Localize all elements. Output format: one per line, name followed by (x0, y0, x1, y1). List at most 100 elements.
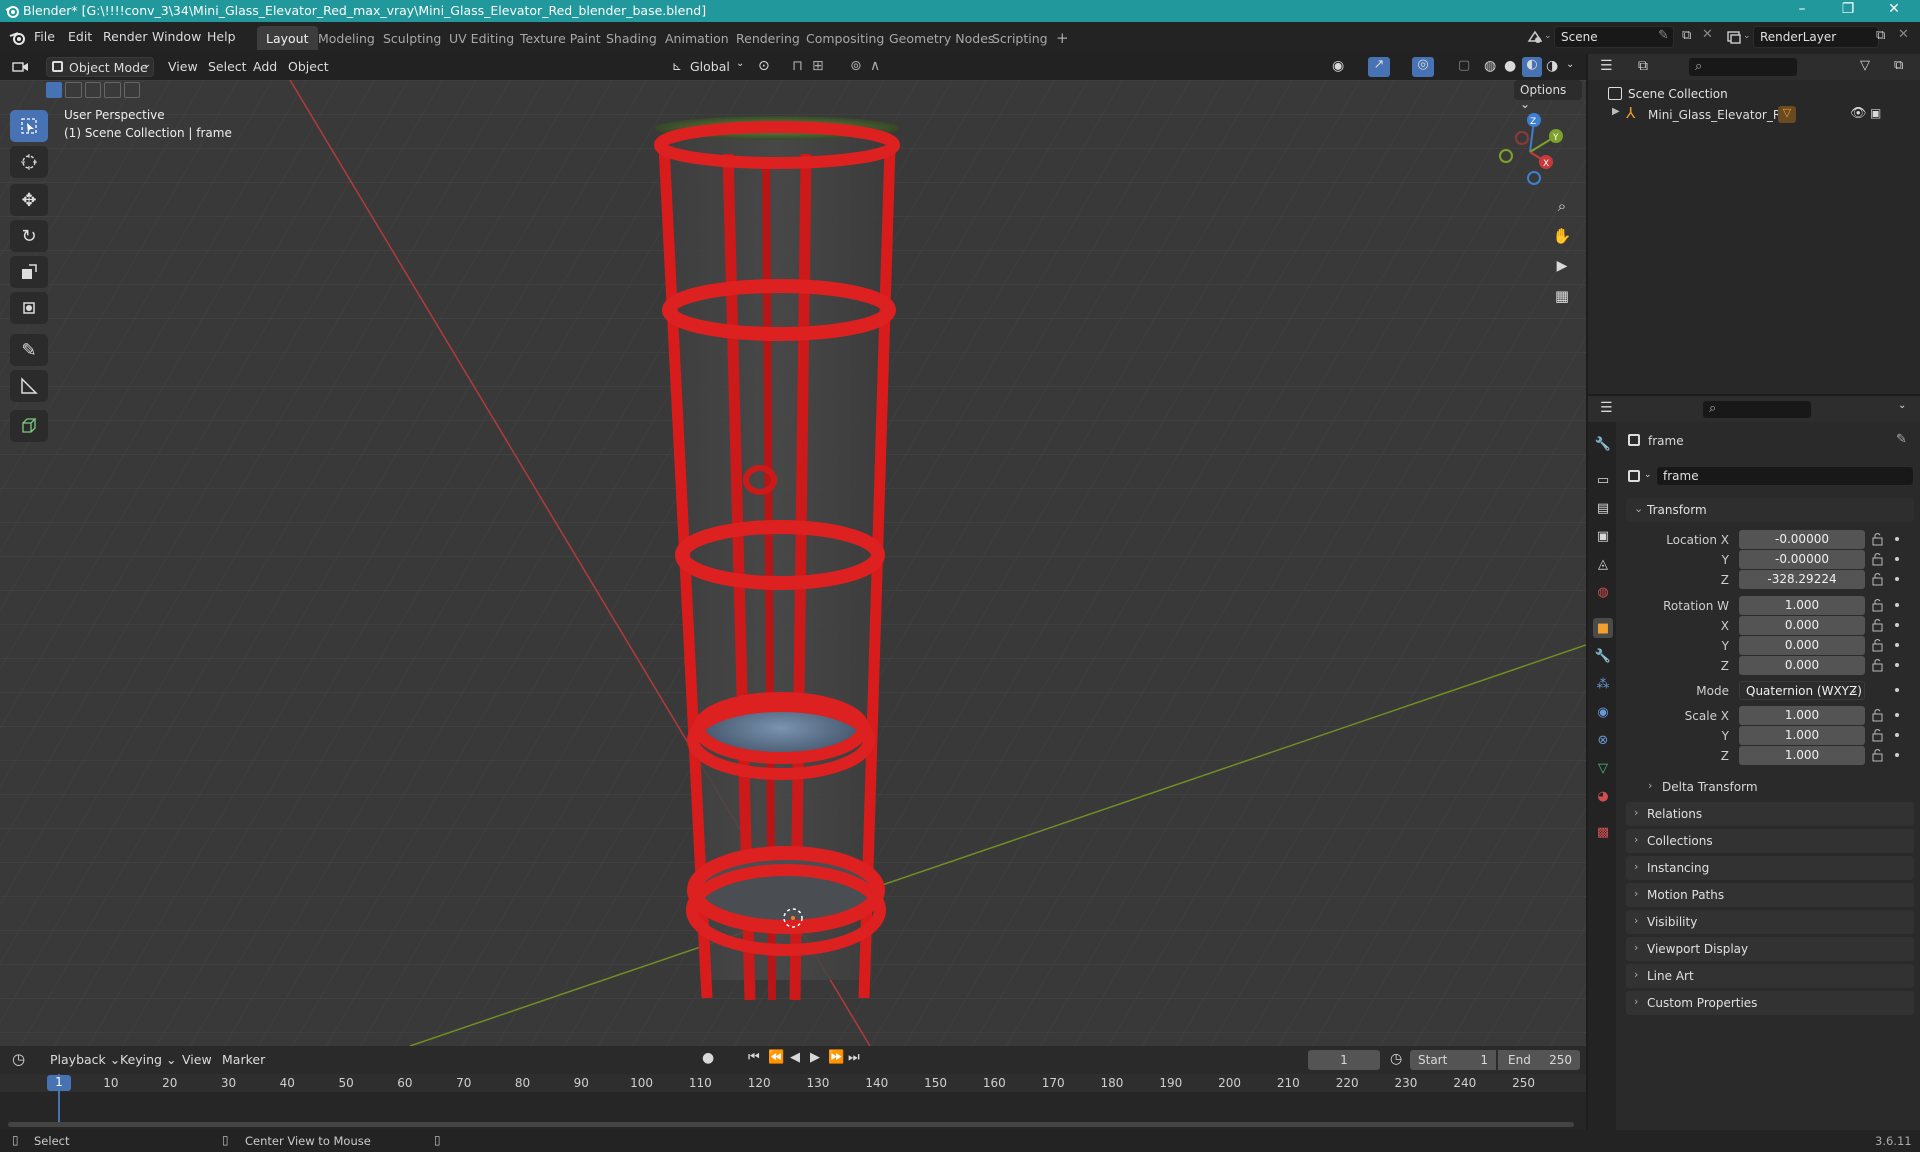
render-layer-dropdown-icon[interactable]: ⌄ (1743, 31, 1751, 41)
lock-icon[interactable] (1871, 728, 1885, 742)
pin-icon[interactable]: ✎ (1658, 28, 1669, 43)
tool-tab-icon[interactable]: 🔧 (1593, 434, 1613, 454)
eye-icon[interactable]: 👁 (1850, 106, 1867, 121)
outliner-editor-icon[interactable]: ☰ (1600, 58, 1613, 74)
snap-icon[interactable]: ⊓ (792, 58, 803, 74)
menu-help[interactable]: Help (207, 29, 236, 44)
add-workspace-button[interactable]: + (1047, 24, 1078, 48)
viewport-display-panel-header[interactable]: › Viewport Display (1626, 937, 1914, 961)
lock-icon[interactable] (1871, 748, 1885, 762)
orientation-dropdown[interactable]: ⊾ Global ⌄ (668, 57, 748, 77)
tab-texture-paint[interactable]: Texture Paint (511, 26, 610, 50)
scene-tab-icon[interactable]: ◬ (1593, 554, 1613, 574)
visibility-panel-header[interactable]: › Visibility (1626, 910, 1914, 934)
menu-window[interactable]: Window (152, 29, 201, 44)
menu-view[interactable]: View (162, 57, 204, 77)
location-x-field[interactable]: -0.00000 (1739, 530, 1865, 549)
shading-options-icon[interactable]: ⌄ (1566, 59, 1574, 70)
keyframe-dot-icon[interactable] (1895, 733, 1899, 737)
keyframe-dot-icon[interactable] (1895, 753, 1899, 757)
tab-scripting[interactable]: Scripting (983, 26, 1057, 50)
play-icon[interactable]: ▶ (810, 1050, 820, 1065)
delete-scene-icon[interactable]: ✕ (1702, 27, 1713, 42)
scale-x-field[interactable]: 1.000 (1739, 706, 1865, 725)
properties-search-input[interactable]: ⌕ (1702, 400, 1812, 419)
expand-arrow-icon[interactable]: ▶ (1612, 106, 1620, 117)
jump-keyframe-forward-icon[interactable]: ⏩ (828, 1050, 844, 1065)
move-tool[interactable]: ✥ (10, 184, 48, 216)
render-layer-icon[interactable] (1726, 29, 1742, 45)
delete-layer-icon[interactable]: ✕ (1898, 27, 1909, 42)
custom-properties-panel-header[interactable]: › Custom Properties (1626, 991, 1914, 1015)
measure-tool[interactable] (10, 370, 48, 402)
cursor-tool[interactable] (10, 146, 48, 178)
solid-shading-icon[interactable]: ● (1504, 58, 1516, 74)
scale-tool[interactable] (10, 256, 48, 288)
pin-icon[interactable]: ✎ (1896, 432, 1907, 447)
pan-button[interactable]: ✋ (1548, 222, 1576, 250)
material-shading-icon[interactable]: ◐ (1522, 57, 1542, 77)
menu-add[interactable]: Add (247, 57, 283, 77)
new-collection-icon[interactable]: ⧉ (1894, 58, 1903, 73)
select-intersect-icon[interactable] (123, 82, 140, 98)
camera-view-button[interactable]: ▶ (1548, 252, 1576, 280)
keyframe-dot-icon[interactable] (1895, 577, 1899, 581)
object-data-icon[interactable] (1628, 470, 1640, 482)
line-art-panel-header[interactable]: › Line Art (1626, 964, 1914, 988)
play-reverse-icon[interactable]: ◀ (790, 1050, 800, 1065)
keyframe-dot-icon[interactable] (1895, 603, 1899, 607)
modifier-tab-icon[interactable]: 🔧 (1593, 646, 1613, 666)
transform-panel-header[interactable]: ⌄ Transform (1626, 498, 1914, 522)
ortho-toggle-button[interactable]: ▦ (1548, 282, 1576, 310)
select-new-icon[interactable] (46, 82, 63, 98)
lock-icon[interactable] (1871, 532, 1885, 546)
tab-modeling[interactable]: Modeling (309, 26, 384, 50)
gizmo-toggle-icon[interactable]: ↗ (1368, 57, 1390, 77)
menu-keying[interactable]: Keying ⌄ (114, 1050, 182, 1070)
lock-icon[interactable] (1871, 598, 1885, 612)
jump-keyframe-back-icon[interactable]: ⏪ (768, 1050, 784, 1065)
keyframe-dot-icon[interactable] (1895, 663, 1899, 667)
add-cube-tool[interactable] (10, 410, 48, 442)
rotation-w-field[interactable]: 1.000 (1739, 596, 1865, 615)
editor-type-icon[interactable] (12, 60, 30, 74)
properties-options-icon[interactable]: ⌄ (1898, 400, 1906, 411)
keyframe-dot-icon[interactable] (1895, 713, 1899, 717)
location-z-field[interactable]: -328.29224 (1739, 570, 1865, 589)
keyframe-dot-icon[interactable] (1895, 643, 1899, 647)
blender-menu-icon[interactable] (9, 30, 27, 46)
keyframe-dot-icon[interactable] (1895, 537, 1899, 541)
render-camera-icon[interactable]: ▣ (1870, 106, 1881, 120)
collections-panel-header[interactable]: › Collections (1626, 829, 1914, 853)
tab-sculpting[interactable]: Sculpting (374, 26, 450, 50)
menu-render[interactable]: Render (103, 29, 148, 44)
zoom-button[interactable]: ⌕ (1548, 192, 1576, 220)
wireframe-shading-icon[interactable]: ◍ (1484, 58, 1496, 74)
new-layer-icon[interactable]: ⧉ (1876, 28, 1885, 43)
menu-object[interactable]: Object (282, 57, 335, 77)
annotate-tool[interactable]: ✎ (10, 334, 48, 366)
menu-timeline-view[interactable]: View (176, 1050, 218, 1070)
menu-file[interactable]: File (34, 29, 55, 44)
overlay-toggle-icon[interactable]: ◎ (1412, 57, 1434, 77)
mode-dropdown[interactable]: Object Mode ⌄ (46, 57, 154, 77)
scale-z-field[interactable]: 1.000 (1739, 746, 1865, 765)
lock-icon[interactable] (1871, 552, 1885, 566)
chevron-down-icon[interactable]: ⌄ (1644, 470, 1652, 480)
tab-compositing[interactable]: Compositing (797, 26, 893, 50)
data-tab-icon[interactable]: ▽ (1593, 758, 1613, 778)
minimize-button[interactable]: – (1780, 1, 1824, 17)
select-invert-icon[interactable] (104, 82, 121, 98)
transform-tool[interactable] (10, 292, 48, 324)
display-mode-icon[interactable]: ⧉ (1638, 58, 1648, 74)
filter-icon[interactable]: ▽ (1860, 58, 1870, 73)
playhead-frame-label[interactable]: 1 (47, 1075, 71, 1091)
scene-field[interactable]: Scene (1554, 26, 1674, 48)
world-tab-icon[interactable]: ◍ (1593, 582, 1613, 602)
delta-transform-subpanel[interactable]: › Delta Transform (1640, 776, 1914, 798)
texture-tab-icon[interactable]: ▩ (1593, 822, 1613, 842)
record-icon[interactable]: ● (702, 1050, 714, 1066)
xray-icon[interactable]: ▢ (1458, 58, 1470, 73)
instancing-panel-header[interactable]: › Instancing (1626, 856, 1914, 880)
snap-target-icon[interactable]: ⊞ (812, 58, 824, 74)
